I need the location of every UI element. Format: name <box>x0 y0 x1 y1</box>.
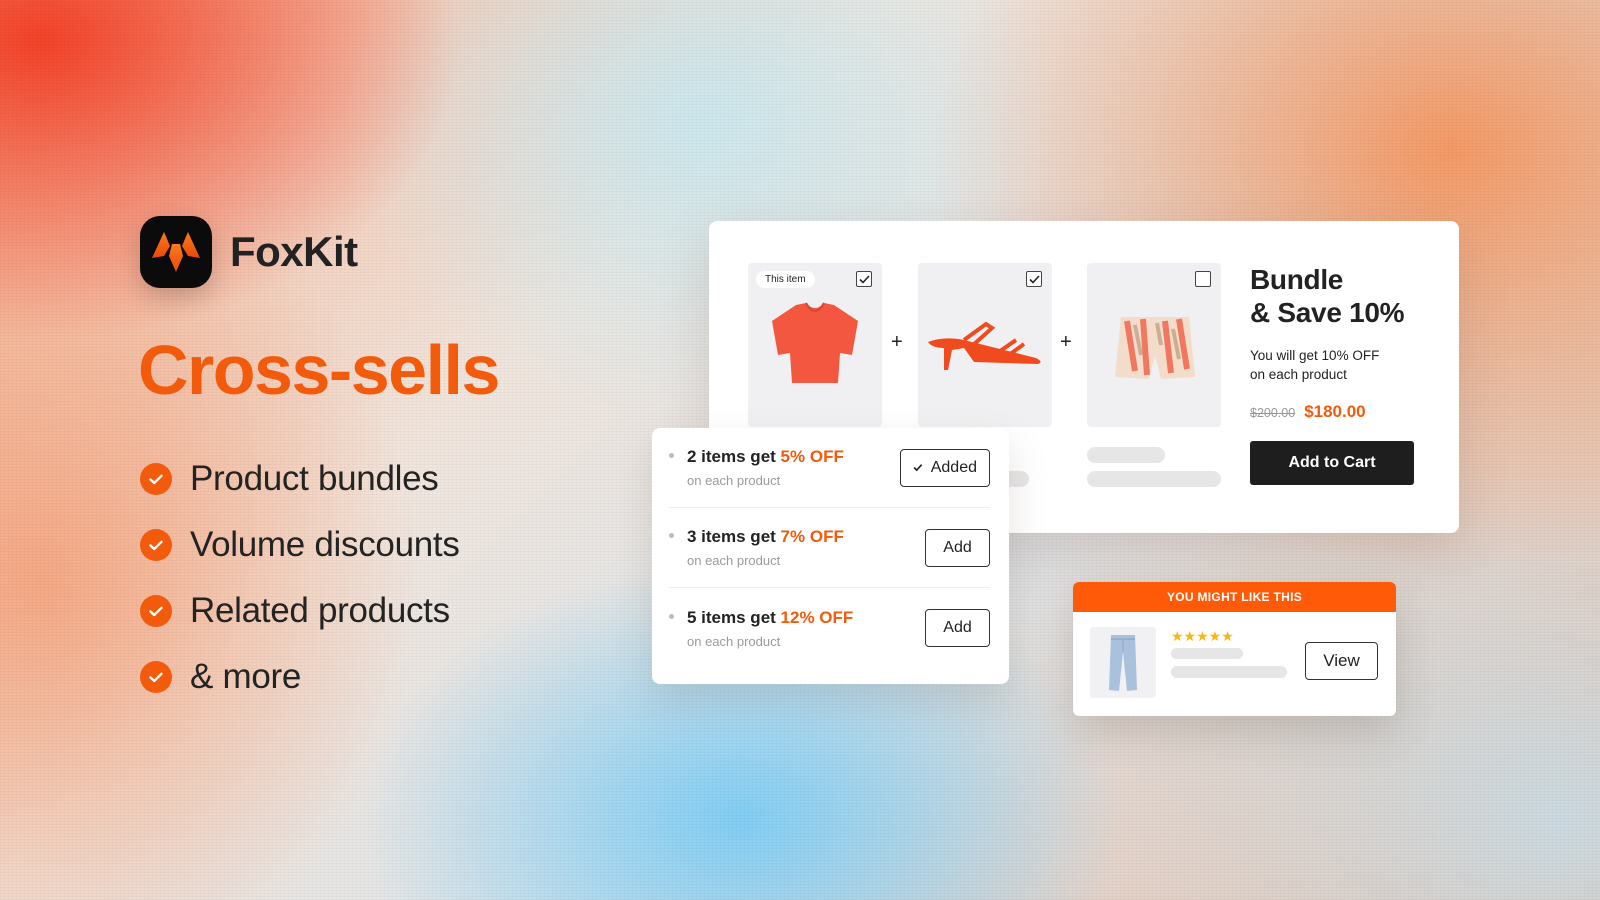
bundle-product-sandal[interactable] <box>918 263 1052 427</box>
fox-logo-icon <box>140 216 212 288</box>
discount-tier: 5 items get 12% OFF on each product Add <box>669 588 990 668</box>
tier-quantity: 5 items get <box>687 607 781 627</box>
skeleton-line <box>1087 471 1221 487</box>
bundle-product-shorts[interactable] <box>1087 263 1221 427</box>
tier-subtitle: on each product <box>687 473 781 488</box>
bundle-title: Bundle & Save 10% <box>1250 263 1405 329</box>
orange-top-image <box>772 302 858 383</box>
price-row: $200.00 $180.00 <box>1250 402 1366 422</box>
bundle-description-line: You will get 10% OFF <box>1250 348 1380 363</box>
bundle-description-line: on each product <box>1250 367 1347 382</box>
tier-add-button[interactable]: Add <box>925 528 990 567</box>
brand-name: FoxKit <box>230 228 358 275</box>
feature-item: Product bundles <box>140 446 460 512</box>
tier-quantity: 2 items get <box>687 447 781 466</box>
bundle-description: You will get 10% OFF on each product <box>1250 346 1410 384</box>
product-checkbox[interactable] <box>856 271 872 287</box>
skeleton-line <box>1087 447 1165 463</box>
this-item-tag: This item <box>756 271 815 288</box>
plus-separator: + <box>1060 331 1072 353</box>
jeans-image <box>1109 634 1137 691</box>
check-circle-icon <box>140 529 172 561</box>
tier-added-button[interactable]: Added <box>900 448 990 487</box>
related-product-card: YOU MIGHT LIKE THIS ★★★★★ View <box>1073 582 1396 716</box>
feature-label: Volume discounts <box>190 525 460 564</box>
bundle-title-line: Bundle <box>1250 264 1344 295</box>
check-circle-icon <box>140 661 172 693</box>
product-checkbox[interactable] <box>1026 271 1042 287</box>
headline: Cross-sells <box>138 331 500 409</box>
tier-title: 2 items get 5% OFF <box>687 447 900 467</box>
feature-label: Product bundles <box>190 459 439 498</box>
related-product-thumbnail[interactable] <box>1090 627 1156 698</box>
tier-quantity: 3 items get <box>687 527 781 546</box>
add-to-cart-button[interactable]: Add to Cart <box>1250 441 1414 485</box>
feature-item: Volume discounts <box>140 512 460 578</box>
bullet-icon <box>669 533 674 538</box>
original-price: $200.00 <box>1250 406 1296 420</box>
tier-title: 5 items get 12% OFF <box>687 608 925 628</box>
product-checkbox[interactable] <box>1195 271 1211 287</box>
discount-tier: 2 items get 5% OFF on each product Added <box>669 428 990 508</box>
bundle-title-line: & Save 10% <box>1250 297 1405 328</box>
bullet-icon <box>669 453 674 458</box>
tier-discount: 7% OFF <box>780 527 844 546</box>
tier-discount: 12% OFF <box>780 607 854 627</box>
check-circle-icon <box>140 463 172 495</box>
bullet-icon <box>669 613 674 619</box>
feature-list: Product bundles Volume discounts Related… <box>140 446 460 710</box>
tier-title: 3 items get 7% OFF <box>687 527 925 547</box>
tier-subtitle: on each product <box>687 633 781 649</box>
brand: FoxKit <box>140 216 358 288</box>
related-header: YOU MIGHT LIKE THIS <box>1073 582 1396 612</box>
floral-shorts-image <box>1115 317 1195 379</box>
tier-discount: 5% OFF <box>780 447 844 466</box>
volume-discount-card: 2 items get 5% OFF on each product Added… <box>652 428 1009 684</box>
sale-price: $180.00 <box>1304 402 1366 421</box>
feature-label: Related products <box>190 591 450 630</box>
star-rating: ★★★★★ <box>1171 628 1234 644</box>
discount-tier: 3 items get 7% OFF on each product Add <box>669 508 990 588</box>
check-circle-icon <box>140 595 172 627</box>
tier-button-label: Added <box>930 458 977 476</box>
skeleton-line <box>1171 648 1243 659</box>
feature-label: & more <box>190 657 302 696</box>
tier-subtitle: on each product <box>687 553 781 568</box>
checkmark-icon <box>913 464 923 472</box>
plus-separator: + <box>891 331 903 353</box>
orange-sandal-image <box>928 321 1041 370</box>
feature-item: & more <box>140 644 460 710</box>
bundle-product-top[interactable]: This item <box>748 263 882 427</box>
tier-add-button[interactable]: Add <box>925 609 990 647</box>
view-button[interactable]: View <box>1305 642 1378 680</box>
skeleton-line <box>1171 666 1287 678</box>
feature-item: Related products <box>140 578 460 644</box>
